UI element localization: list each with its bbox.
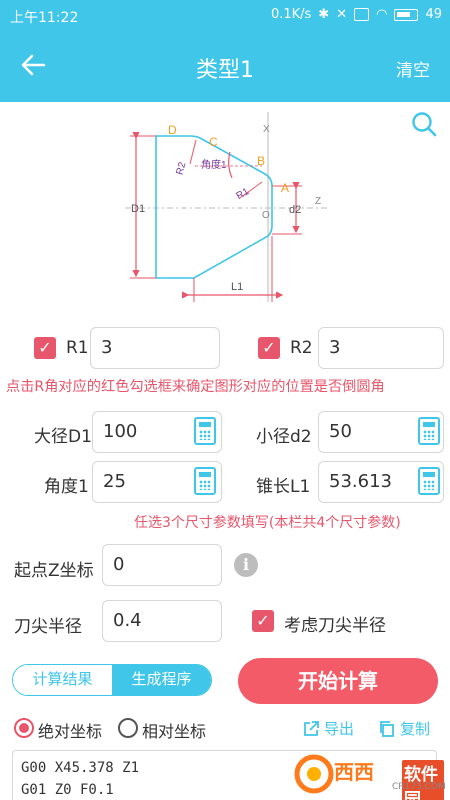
calculator-icon[interactable]	[194, 467, 216, 495]
app-bar: 类型1 清空	[0, 32, 450, 102]
bluetooth-icon: ✱	[318, 7, 330, 22]
copy-button[interactable]: 复制	[378, 718, 430, 739]
label-r1: R1	[235, 186, 252, 202]
params-hint: 任选3个尺寸参数填写(本栏共4个尺寸参数)	[134, 515, 401, 531]
tab-program[interactable]: 生成程序	[112, 665, 211, 695]
wifi-icon: ◠	[376, 7, 388, 22]
absolute-coord-radio[interactable]	[14, 718, 34, 738]
tool-radius-input[interactable]: 0.4	[102, 600, 222, 642]
big-dia-label: 大径D1	[34, 427, 92, 447]
diagram-panel: D C B A R2 角度1 R1 X Z O D1 d2 L1	[0, 102, 450, 326]
clear-button[interactable]: 清空	[396, 56, 430, 81]
label-d: D	[168, 123, 177, 137]
part-diagram: D C B A R2 角度1 R1 X Z O D1 d2 L1	[125, 112, 330, 302]
battery-icon	[394, 8, 419, 21]
start-calculation-button[interactable]: 开始计算	[238, 658, 438, 704]
label-angle: 角度1	[201, 158, 227, 171]
r1-input[interactable]: 3	[90, 327, 220, 369]
r1-checkbox[interactable]: ✓	[34, 337, 56, 359]
label-d2: d2	[289, 204, 301, 216]
start-z-label: 起点Z坐标	[14, 561, 94, 581]
network-speed: 0.1K/s	[270, 7, 312, 22]
mute-icon: ✕	[336, 7, 348, 22]
r2-checkbox[interactable]: ✓	[258, 337, 280, 359]
tab-result[interactable]: 计算结果	[13, 665, 112, 695]
taper-len-label: 锥长L1	[256, 477, 311, 497]
r2-input[interactable]: 3	[318, 327, 444, 369]
watermark-brand: 西西	[334, 760, 374, 784]
relative-coord-radio[interactable]	[118, 718, 138, 738]
sim-icon	[354, 8, 370, 21]
label-l1: L1	[231, 281, 243, 293]
label-b: B	[257, 154, 265, 168]
export-button[interactable]: 导出	[302, 718, 354, 739]
watermark-url: CR173.COM	[392, 782, 446, 792]
label-d1: D1	[131, 203, 145, 215]
watermark-logo: 西西 软件园 CR173.COM	[294, 752, 446, 800]
r1-label: R1	[66, 338, 89, 358]
status-bar: 上午11:22 0.1K/s ✱ ✕ ◠ 49	[0, 0, 450, 32]
search-icon[interactable]	[410, 110, 438, 138]
label-c: C	[209, 135, 218, 149]
calculator-icon[interactable]	[418, 467, 440, 495]
label-r2: R2	[175, 161, 189, 177]
calculator-icon[interactable]	[194, 417, 216, 445]
output-tabs: 计算结果 生成程序	[12, 664, 212, 696]
battery-level: 49	[425, 7, 442, 22]
consider-tool-radius-label: 考虑刀尖半径	[284, 616, 386, 636]
info-icon[interactable]: i	[234, 553, 258, 577]
copy-icon	[380, 720, 394, 737]
consider-tool-radius-checkbox[interactable]: ✓	[252, 610, 274, 632]
small-dia-label: 小径d2	[256, 427, 312, 447]
watermark-sub: 软件园	[402, 760, 444, 800]
export-label: 导出	[324, 720, 355, 738]
radius-hint: 点击R角对应的红色勾选框来确定图形对应的位置是否倒圆角	[6, 379, 385, 395]
relative-coord-label: 相对坐标	[142, 722, 207, 741]
status-time: 上午11:22	[10, 10, 79, 26]
r2-label: R2	[290, 338, 313, 358]
label-x-axis: X	[263, 124, 270, 135]
label-origin: O	[262, 210, 270, 221]
page-title: 类型1	[196, 58, 254, 83]
status-icons: 0.1K/s ✱ ✕ ◠ 49	[271, 7, 442, 22]
absolute-coord-label: 绝对坐标	[38, 722, 103, 741]
export-icon	[304, 720, 319, 736]
watermark-icon	[294, 754, 334, 794]
part-outline	[155, 135, 273, 279]
label-z-axis: Z	[315, 196, 321, 207]
copy-label: 复制	[400, 720, 431, 738]
tool-radius-label: 刀尖半径	[14, 617, 82, 637]
angle-label: 角度1	[44, 477, 89, 497]
start-z-input[interactable]: 0	[102, 544, 222, 586]
label-a: A	[281, 181, 289, 195]
calculator-icon[interactable]	[418, 417, 440, 445]
